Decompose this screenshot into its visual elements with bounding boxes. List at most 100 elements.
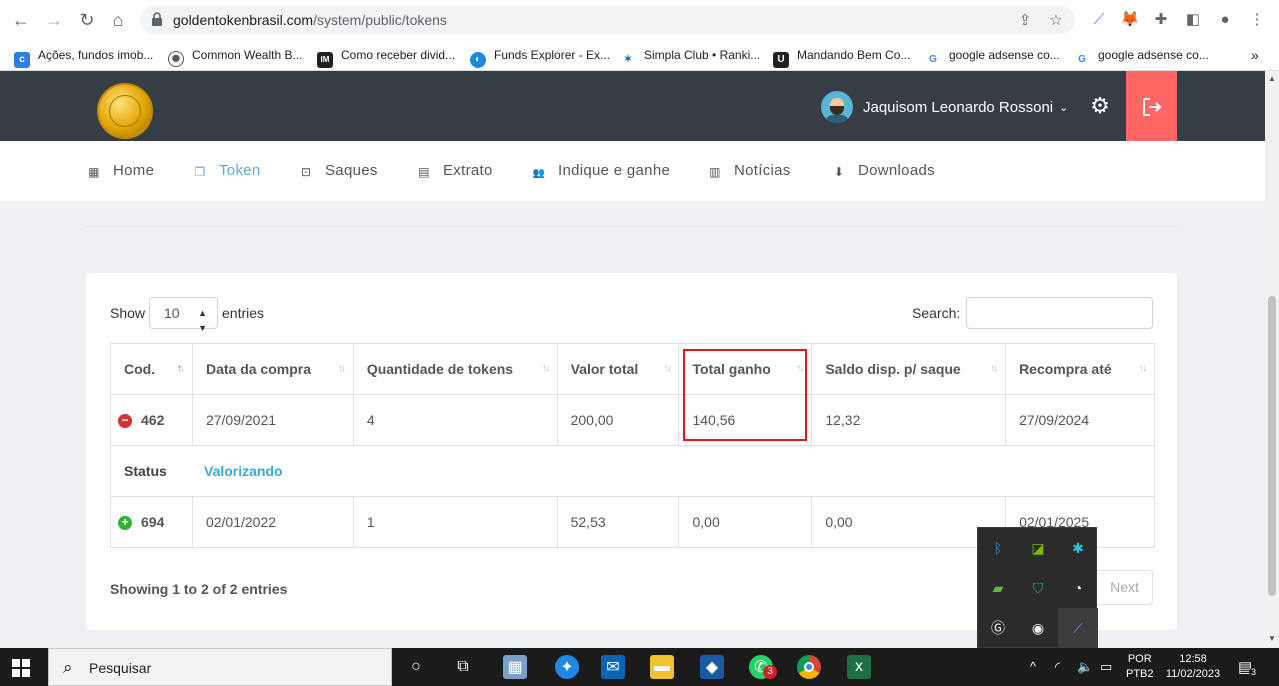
metamask-icon[interactable]: 🦊: [1120, 10, 1140, 30]
battery-icon[interactable]: ▭: [1100, 659, 1112, 675]
bookmark-mandando-bem[interactable]: U Mandando Bem Co...: [773, 45, 910, 68]
notification-badge: 3: [763, 665, 777, 679]
cell-valor: 200,00: [556, 394, 680, 446]
entries-length-select[interactable]: 10 ▲ ▼: [149, 297, 218, 333]
menu-item-indique[interactable]: 👥 Indique e ganhe: [532, 161, 670, 181]
cell-valor: 52,53: [556, 496, 680, 548]
chrome-icon[interactable]: [797, 655, 821, 679]
browser-toolbar: ← → ↻ ⌂ goldentokenbrasil.com/system/pub…: [0, 0, 1279, 40]
safari-icon[interactable]: ✦: [555, 655, 579, 679]
table-header-row: Cod. ↑↓ Data da compra ↑↓ Quantidade de to…: [110, 343, 1155, 395]
cell-data: 27/09/2021: [191, 394, 354, 446]
scroll-down-icon[interactable]: ▼: [1268, 634, 1276, 643]
security-lock-icon[interactable]: ◔: [1058, 568, 1098, 608]
menu-item-extrato[interactable]: ▤ Extrato: [417, 161, 493, 181]
cell-cod[interactable]: +694: [110, 496, 193, 548]
user-menu[interactable]: Jaquisom Leonardo Rossoni ⌄: [821, 90, 1068, 124]
bookmark-simpla-club[interactable]: ✶ Simpla Club • Ranki...: [620, 45, 760, 65]
bluetooth-icon[interactable]: ᛒ: [978, 528, 1018, 568]
back-icon[interactable]: ←: [10, 9, 32, 31]
menu-item-noticias[interactable]: ▥ Notícias: [708, 161, 791, 181]
volume-icon[interactable]: 🔈: [1077, 659, 1093, 675]
sort-caret-icon: ▲ ▼: [198, 308, 207, 333]
menu-dots-icon[interactable]: ⋮: [1247, 10, 1267, 30]
col-cod[interactable]: Cod. ↑↓: [110, 343, 193, 395]
collapse-icon[interactable]: −: [118, 414, 132, 428]
record-icon[interactable]: ◉: [1018, 608, 1058, 648]
side-panel-icon[interactable]: ◧: [1183, 10, 1203, 30]
sort-icon: ↑↓: [1139, 363, 1147, 374]
funds-explorer-favicon-icon: ◐: [470, 52, 486, 68]
taskbar-search[interactable]: ⌕ Pesquisar: [48, 648, 392, 686]
onedrive-folder-icon[interactable]: ▰: [978, 568, 1018, 608]
money-icon: ⊡: [300, 165, 312, 179]
file-explorer-icon[interactable]: ▬: [650, 655, 674, 679]
notification-center-icon[interactable]: ▤ 3: [1238, 658, 1259, 677]
grammarly-icon[interactable]: Ⓖ: [978, 608, 1018, 648]
address-bar[interactable]: goldentokenbrasil.com/system/public/toke…: [140, 6, 1075, 34]
menu-item-saques[interactable]: ⊡ Saques: [299, 161, 378, 181]
col-data-compra[interactable]: Data da compra ↑↓: [191, 343, 354, 395]
whatsapp-icon[interactable]: ✆ 3: [749, 655, 777, 679]
search-input[interactable]: [966, 297, 1153, 329]
golden-token-logo[interactable]: [97, 83, 153, 139]
gear-icon[interactable]: ⚙: [1089, 95, 1111, 117]
bookmark-common-wealth[interactable]: ✺ Common Wealth B...: [168, 45, 302, 67]
generic-favicon-icon: c: [14, 52, 30, 68]
cell-qtd: 1: [352, 496, 558, 548]
chatgpt-favicon-icon: ✺: [168, 51, 184, 67]
im-favicon-icon: IM: [317, 52, 333, 68]
share-icon[interactable]: ⇪: [1016, 12, 1034, 30]
sort-icon: ↑↓: [990, 363, 998, 374]
expand-icon[interactable]: +: [118, 516, 132, 530]
menu-item-downloads[interactable]: ⬇ Downloads: [832, 161, 935, 181]
u-favicon-icon: U: [773, 52, 789, 68]
star-icon[interactable]: ☆: [1047, 12, 1065, 30]
sort-icon: ↑↓: [337, 363, 346, 374]
child-row: Status Valorizando: [110, 445, 1155, 497]
scroll-up-icon[interactable]: ▲: [1268, 74, 1276, 83]
tray-expand-icon[interactable]: ^: [1030, 659, 1036, 674]
status-label: Status: [124, 463, 167, 479]
cortana-icon[interactable]: ○: [404, 655, 428, 679]
google-favicon-icon: G: [1078, 54, 1086, 65]
col-recompra[interactable]: Recompra até ↑↓: [1005, 343, 1155, 395]
bookmark-como-receber[interactable]: IM Como receber divid...: [317, 45, 455, 68]
col-valor-total[interactable]: Valor total ↑↓: [556, 343, 680, 395]
shield-icon[interactable]: ⛉: [1018, 568, 1058, 608]
puzzle-icon[interactable]: ✚: [1151, 10, 1171, 30]
language-indicator[interactable]: POR PTB2: [1126, 652, 1154, 682]
menu-item-token[interactable]: ❐ Token: [193, 161, 261, 181]
feather-icon[interactable]: ⟋: [1058, 608, 1098, 648]
scrollbar-thumb[interactable]: [1268, 296, 1276, 596]
table-row: −462 27/09/2021 4 200,00 140,56 12,32 27…: [110, 394, 1155, 446]
logout-button[interactable]: [1126, 71, 1177, 141]
task-view-icon[interactable]: ⧉: [451, 655, 475, 679]
profile-icon[interactable]: ●: [1215, 10, 1235, 30]
clock[interactable]: 12:58 11/02/2023: [1161, 652, 1225, 682]
home-icon[interactable]: ⌂: [107, 9, 129, 31]
bookmark-google-adsense-2[interactable]: Ggoogle adsense co...: [1074, 45, 1209, 65]
bookmarks-overflow-button[interactable]: »: [1251, 45, 1259, 65]
reload-icon[interactable]: ↻: [76, 9, 98, 31]
bookmark-google-adsense-1[interactable]: Ggoogle adsense co...: [925, 45, 1060, 65]
cell-cod[interactable]: −462: [110, 394, 193, 446]
menu-item-home[interactable]: ▦ Home: [87, 161, 154, 181]
page-scrollbar[interactable]: ▲ ▼: [1265, 71, 1279, 648]
windows-start-icon[interactable]: [12, 659, 30, 677]
network-app-icon[interactable]: ▦: [503, 655, 527, 679]
wifi-icon[interactable]: ◜: [1055, 659, 1060, 675]
forward-icon[interactable]: →: [43, 9, 65, 31]
nvidia-icon[interactable]: ◪: [1018, 528, 1058, 568]
col-saldo[interactable]: Saldo disp. p/ saque ↑↓: [811, 343, 1007, 395]
excel-icon[interactable]: x: [847, 655, 871, 679]
bookmark-acoes[interactable]: c Ações, fundos imob...: [14, 45, 153, 68]
antivirus-icon[interactable]: ✱: [1058, 528, 1098, 568]
next-button[interactable]: Next: [1096, 570, 1153, 605]
mail-icon[interactable]: ✉: [601, 655, 625, 679]
bookmark-funds-explorer[interactable]: ◐ Funds Explorer - Ex...: [470, 45, 610, 68]
feather-extension-icon[interactable]: ⟋: [1089, 10, 1109, 30]
receita-federal-icon[interactable]: ◆: [700, 655, 724, 679]
col-quantidade[interactable]: Quantidade de tokens ↑↓: [352, 343, 558, 395]
copy-icon: ❐: [194, 165, 206, 179]
